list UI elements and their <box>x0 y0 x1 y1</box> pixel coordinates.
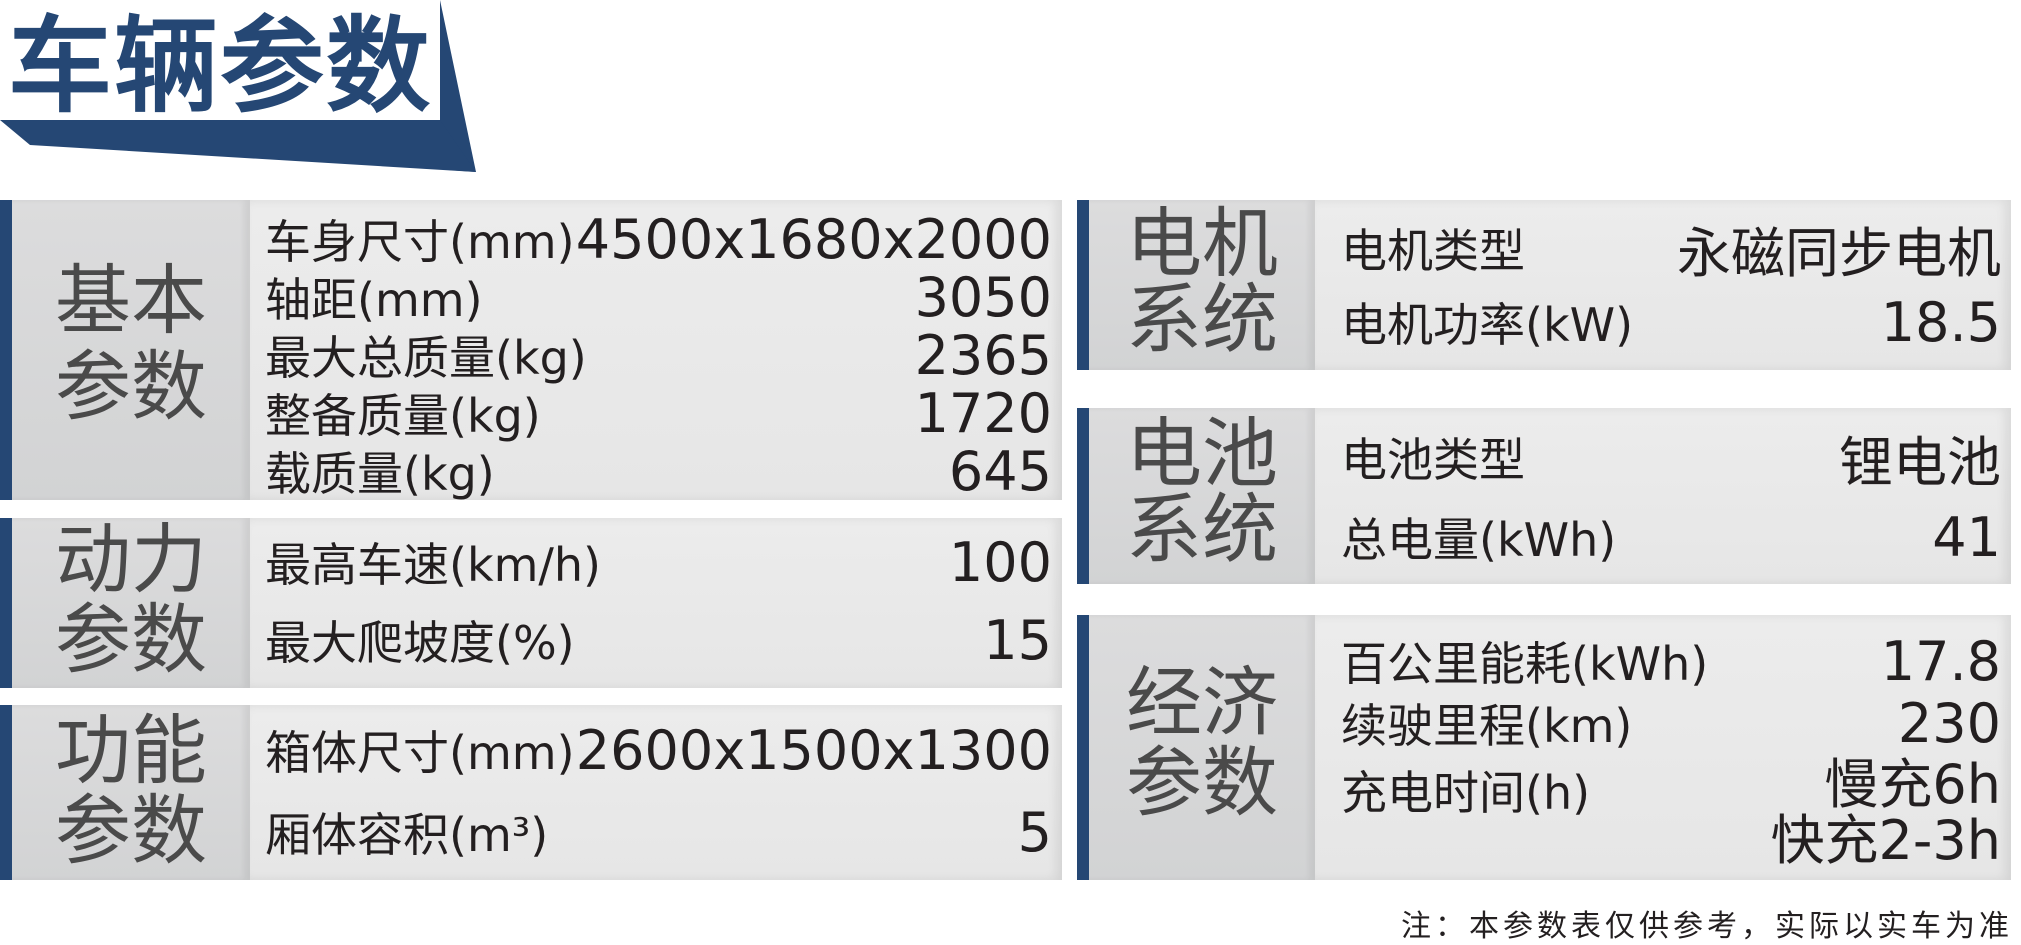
spec-value: 2365 <box>914 323 1052 387</box>
spec-value: 17.8 <box>1880 629 2001 693</box>
spec-value: 15 <box>983 608 1052 672</box>
spec-label: 充电时间(h) <box>1341 766 1591 820</box>
section-basic: 基本 参数 车身尺寸(mm) 4500x1680x2000 轴距(mm) 3050… <box>0 200 1062 503</box>
section-accent <box>1077 408 1089 584</box>
spec-value: 4500x1680x2000 <box>575 207 1052 271</box>
section-accent <box>1077 200 1089 370</box>
section-accent <box>1077 615 1089 880</box>
spec-row: 最大爬坡度(%) 15 <box>265 608 1052 672</box>
spec-label: 续驶里程(km) <box>1341 699 1633 753</box>
spec-label: 百公里能耗(kWh) <box>1341 637 1709 691</box>
spec-label: 整备质量(kg) <box>265 389 541 443</box>
category-label: 电池 系统 <box>1126 409 1278 574</box>
spec-row: 箱体尺寸(mm) 2600x1500x1300 <box>265 717 1052 783</box>
spec-label: 电机类型 <box>1341 224 1525 278</box>
spec-value: 41 <box>1932 505 2001 569</box>
spec-label: 箱体尺寸(mm) <box>265 726 575 780</box>
spec-label: 载质量(kg) <box>265 447 495 501</box>
spec-label: 电池类型 <box>1341 433 1525 487</box>
category-label: 基本 参数 <box>55 256 207 431</box>
spec-label: 车身尺寸(mm) <box>265 215 575 269</box>
spec-value: 18.5 <box>1880 290 2001 354</box>
section-power: 动力 参数 最高车速(km/h) 100 最大爬坡度(%) 15 <box>0 518 1062 688</box>
spec-row: 电机类型 永磁同步电机 <box>1341 218 2001 285</box>
spec-row: 轴距(mm) 3050 <box>265 265 1052 329</box>
spec-row: 续驶里程(km) 230 <box>1341 691 2001 755</box>
page-title: 车辆参数 <box>8 5 433 127</box>
spec-row: 充电时间(h) 慢充6h 快充2-3h <box>1341 757 2001 873</box>
category-label: 动力 参数 <box>55 515 207 684</box>
spec-value: 230 <box>1897 691 2001 755</box>
spec-value: 645 <box>948 439 1052 503</box>
footer-note: 注：本参数表仅供参考，实际以实车为准 <box>1401 909 2013 944</box>
spec-label: 电机功率(kW) <box>1341 298 1634 352</box>
spec-value: 慢充6h 快充2-3h <box>1770 753 2001 872</box>
spec-row: 厢体容积(m³) 5 <box>265 799 1052 865</box>
spec-row: 电池类型 锂电池 <box>1341 426 2001 494</box>
section-economy: 经济 参数 百公里能耗(kWh) 17.8 续驶里程(km) 230 充电时间(h… <box>1077 615 2011 880</box>
section-accent <box>0 705 12 880</box>
spec-value: 锂电池 <box>1839 430 2001 494</box>
spec-label: 最大总质量(kg) <box>265 331 587 385</box>
section-battery: 电池 系统 电池类型 锂电池 总电量(kWh) 41 <box>1077 408 2011 584</box>
spec-value: 100 <box>948 530 1052 594</box>
spec-label: 最大爬坡度(%) <box>265 616 575 670</box>
spec-row: 车身尺寸(mm) 4500x1680x2000 <box>265 207 1052 271</box>
spec-row: 最高车速(km/h) 100 <box>265 530 1052 594</box>
section-accent <box>0 200 12 500</box>
spec-row: 最大总质量(kg) 2365 <box>265 323 1052 387</box>
header-banner: 车辆参数 <box>0 0 480 175</box>
spec-label: 厢体容积(m³) <box>265 808 549 862</box>
spec-label: 总电量(kWh) <box>1341 513 1617 567</box>
section-accent <box>0 518 12 688</box>
category-label: 功能 参数 <box>55 706 207 875</box>
section-motor: 电机 系统 电机类型 永磁同步电机 电机功率(kW) 18.5 <box>1077 200 2011 370</box>
spec-label: 轴距(mm) <box>265 273 483 327</box>
section-function: 功能 参数 箱体尺寸(mm) 2600x1500x1300 厢体容积(m³) 5 <box>0 705 1062 880</box>
spec-row: 电机功率(kW) 18.5 <box>1341 290 2001 354</box>
spec-value: 5 <box>1017 800 1052 864</box>
spec-value: 3050 <box>914 265 1052 329</box>
spec-row: 总电量(kWh) 41 <box>1341 505 2001 569</box>
spec-label: 最高车速(km/h) <box>265 538 601 592</box>
spec-row: 百公里能耗(kWh) 17.8 <box>1341 629 2001 693</box>
spec-value: 1720 <box>914 381 1052 445</box>
category-label: 电机 系统 <box>1126 199 1278 364</box>
category-label: 经济 参数 <box>1126 658 1278 827</box>
spec-row: 整备质量(kg) 1720 <box>265 381 1052 445</box>
spec-row: 载质量(kg) 645 <box>265 439 1052 503</box>
spec-value: 永磁同步电机 <box>1677 221 2001 285</box>
spec-value: 2600x1500x1300 <box>575 718 1052 782</box>
